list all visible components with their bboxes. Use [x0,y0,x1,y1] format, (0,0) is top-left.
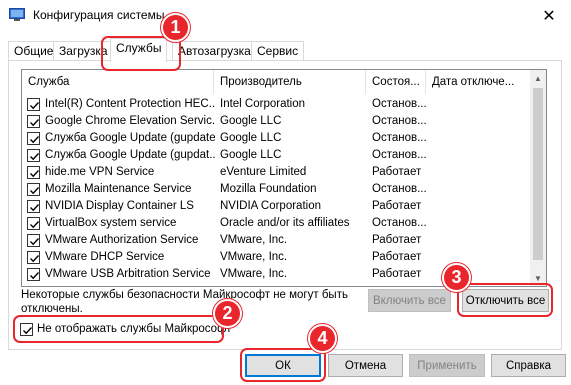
checkmark-icon [30,136,40,144]
annotation-badge-2: 2 [213,299,242,328]
service-name: hide.me VPN Service [45,166,155,178]
service-checkbox[interactable] [27,98,40,111]
annotation-badge-3: 3 [442,263,471,292]
service-checkbox[interactable] [27,149,40,162]
service-vendor: Mozilla Foundation [220,183,317,195]
checkmark-icon [30,170,40,178]
table-row[interactable]: Служба Google Update (gupdate) Google LLC… [22,130,532,147]
service-checkbox[interactable] [27,234,40,247]
list-header: Служба Производитель Состоя... Дата откл… [22,70,532,94]
checkmark-icon [30,204,40,212]
title-bar: Конфигурация системы ✕ [0,0,571,31]
services-list[interactable]: Служба Производитель Состоя... Дата откл… [21,69,547,287]
service-checkbox[interactable] [27,200,40,213]
checkmark-icon [30,238,40,246]
vertical-scrollbar[interactable]: ▲ ▼ [530,70,546,286]
service-status: Останов... [372,115,427,127]
service-status: Останов... [372,149,427,161]
column-header-vendor[interactable]: Производитель [214,70,366,94]
service-name: Google Chrome Elevation Servic... [45,115,215,127]
service-checkbox[interactable] [27,166,40,179]
table-row[interactable]: Служба Google Update (gupdat... Google LL… [22,147,532,164]
scrollbar-thumb[interactable] [533,88,543,260]
table-row[interactable]: Mozilla Maintenance Service Mozilla Found… [22,181,532,198]
service-vendor: Oracle and/or its affiliates [220,217,350,229]
service-status: Работает [372,200,422,212]
service-checkbox[interactable] [27,251,40,264]
service-name: VMware DHCP Service [45,251,165,263]
table-row[interactable]: hide.me VPN Service eVenture Limited Работ… [22,164,532,181]
service-vendor: Google LLC [220,149,282,161]
service-vendor: VMware, Inc. [220,251,288,263]
service-name: Mozilla Maintenance Service [45,183,192,195]
scroll-up-icon[interactable]: ▲ [530,70,546,86]
checkmark-icon [30,255,40,263]
service-name: Служба Google Update (gupdat... [45,149,215,161]
msconfig-app-icon [9,8,25,22]
service-status: Останов... [372,217,427,229]
annotation-badge-4: 4 [308,324,337,353]
service-checkbox[interactable] [27,268,40,281]
service-vendor: Intel Corporation [220,98,306,110]
service-name: VirtualBox system service [45,217,177,229]
annotation-box-ok [240,348,326,382]
service-checkbox[interactable] [27,217,40,230]
checkmark-icon [30,102,40,110]
checkmark-icon [30,272,40,280]
column-header-disabled-date[interactable]: Дата отключе... [426,70,532,94]
table-row[interactable]: NVIDIA Display Container LS NVIDIA Corpor… [22,198,532,215]
checkmark-icon [30,153,40,161]
table-row[interactable]: VMware Authorization Service VMware, Inc.… [22,232,532,249]
annotation-box-disable-all [457,283,553,317]
tab-tools[interactable]: Сервис [251,41,305,61]
table-row[interactable]: VirtualBox system service Oracle and/or i… [22,215,532,232]
service-vendor: eVenture Limited [220,166,307,178]
table-row[interactable]: Intel(R) Content Protection HEC... Intel … [22,96,532,113]
table-row[interactable]: Google Chrome Elevation Servic... Google … [22,113,532,130]
column-header-service[interactable]: Служба [22,70,214,94]
column-header-status[interactable]: Состоя... [366,70,426,94]
service-vendor: Google LLC [220,132,282,144]
service-status: Останов... [372,98,427,110]
service-vendor: VMware, Inc. [220,268,288,280]
service-name: NVIDIA Display Container LS [45,200,194,212]
service-status: Работает [372,268,422,280]
annotation-box-hide-ms [13,315,224,343]
annotation-badge-1: 1 [161,13,190,42]
checkmark-icon [30,187,40,195]
service-status: Останов... [372,183,427,195]
close-button[interactable]: ✕ [527,0,571,31]
enable-all-button[interactable]: Включить все [368,289,451,312]
service-name: VMware USB Arbitration Service [45,268,211,280]
service-vendor: Google LLC [220,115,282,127]
checkmark-icon [30,119,40,127]
service-name: Служба Google Update (gupdate) [45,132,215,144]
service-checkbox[interactable] [27,132,40,145]
service-status: Работает [372,251,422,263]
close-icon: ✕ [542,7,556,25]
service-vendor: VMware, Inc. [220,234,288,246]
service-status: Работает [372,166,422,178]
service-vendor: NVIDIA Corporation [220,200,321,212]
apply-button[interactable]: Применить [409,354,485,377]
cancel-button[interactable]: Отмена [328,354,403,377]
window-title: Конфигурация системы [33,8,165,22]
security-services-note: Некоторые службы безопасности Майкрософт… [21,289,348,315]
service-checkbox[interactable] [27,115,40,128]
checkmark-icon [30,221,40,229]
service-status: Работает [372,234,422,246]
service-checkbox[interactable] [27,183,40,196]
service-name: Intel(R) Content Protection HEC... [45,98,215,110]
help-button[interactable]: Справка [491,354,566,377]
annotation-box-services-tab [101,36,181,71]
service-status: Останов... [372,132,427,144]
tab-general[interactable]: Общие [8,41,60,61]
tab-startup[interactable]: Автозагрузка [172,41,257,61]
service-name: VMware Authorization Service [45,234,199,246]
